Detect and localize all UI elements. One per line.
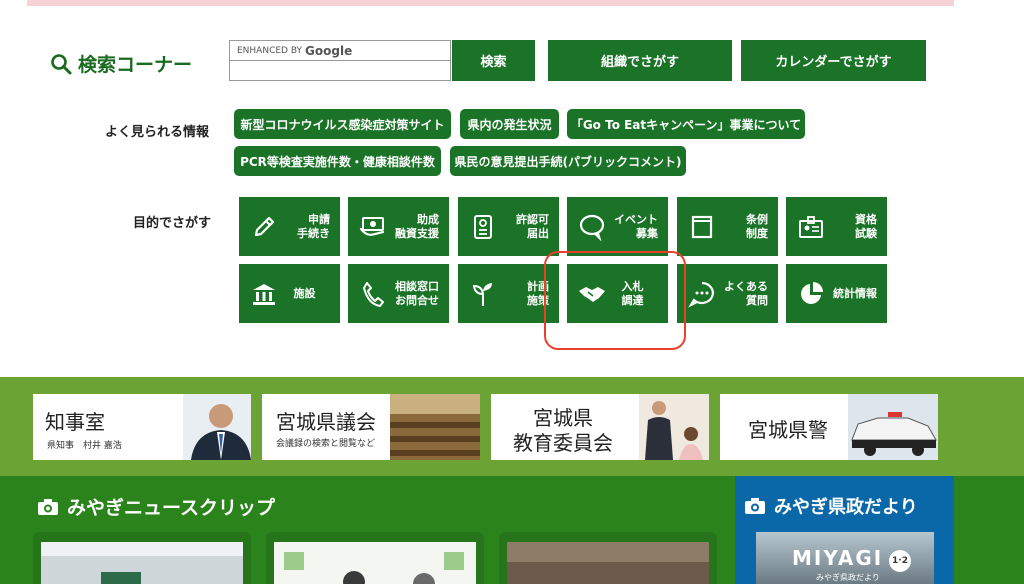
- popular-link-public-comment[interactable]: 県民の意見提出手続(パブリックコメント): [450, 146, 686, 176]
- tile-statistics[interactable]: 統計情報: [786, 264, 887, 323]
- certificate-icon: [468, 212, 498, 242]
- news-photo: [274, 542, 476, 584]
- prefectural-police-banner[interactable]: 宮城県警: [720, 394, 938, 460]
- governor-office-banner[interactable]: 知事室 県知事 村井 嘉浩: [33, 394, 251, 460]
- camera-icon: [38, 498, 58, 515]
- tile-events[interactable]: イベント 募集: [567, 197, 668, 256]
- tile-faq[interactable]: よくある 質問: [677, 264, 778, 323]
- news-photo: [41, 542, 243, 584]
- search-corner-title: 検索コーナー: [50, 50, 192, 77]
- tile-qualifications[interactable]: 資格 試験: [786, 197, 887, 256]
- kensei-dayori-cover[interactable]: MIYAGI 1·2 みやぎ県政だより: [756, 532, 934, 584]
- popular-link-pcr-tests[interactable]: PCR等検査実施件数・健康相談件数: [234, 146, 441, 176]
- news-card[interactable]: [33, 532, 251, 584]
- governor-photo: [183, 394, 251, 460]
- popular-link-covid-site[interactable]: 新型コロナウイルス感染症対策サイト: [234, 109, 451, 139]
- popular-link-go-to-eat[interactable]: 「Go To Eatキャンペーン」事業について: [567, 109, 805, 139]
- kensei-dayori-title: みやぎ県政だより: [744, 493, 918, 519]
- speech-bubble-icon: [577, 212, 607, 242]
- popular-info-label: よく見られる情報: [105, 125, 210, 140]
- tile-permits[interactable]: 許認可 届出: [458, 197, 559, 256]
- search-button[interactable]: 検索: [452, 40, 535, 81]
- purpose-label: 目的でさがす: [133, 216, 212, 231]
- prefectural-assembly-banner[interactable]: 宮城県議会 会議録の検索と閲覧など: [262, 394, 480, 460]
- sprout-icon: [468, 279, 498, 309]
- popular-link-outbreak-status[interactable]: 県内の発生状況: [460, 109, 559, 139]
- building-icon: [249, 279, 279, 309]
- teacher-photo: [639, 394, 709, 460]
- book-icon: [687, 212, 717, 242]
- assembly-hall-photo: [390, 394, 480, 460]
- id-badge-icon: [796, 212, 826, 242]
- tile-facilities[interactable]: 施設: [239, 264, 340, 323]
- phone-icon: [358, 279, 388, 309]
- tile-bidding[interactable]: 入札 調達: [567, 264, 668, 323]
- pie-chart-icon: [796, 279, 826, 309]
- news-clip-title: みやぎニュースクリップ: [37, 493, 275, 520]
- search-input[interactable]: [229, 61, 451, 81]
- search-by-calendar-button[interactable]: カレンダーでさがす: [741, 40, 926, 81]
- news-card[interactable]: [499, 532, 717, 584]
- board-of-education-banner[interactable]: 宮城県 教育委員会: [491, 394, 709, 460]
- top-strip: [27, 0, 954, 6]
- handshake-icon: [577, 279, 607, 309]
- pencil-icon: [249, 212, 279, 242]
- news-card[interactable]: [266, 532, 484, 584]
- tile-consultation[interactable]: 相談窓口 お問合せ: [348, 264, 449, 323]
- tile-subsidy[interactable]: 助成 融資支援: [348, 197, 449, 256]
- tile-plans[interactable]: 計画 施策: [458, 264, 559, 323]
- search-icon: [51, 53, 72, 74]
- camera-icon: [745, 498, 765, 514]
- tile-ordinances[interactable]: 条例 制度: [677, 197, 778, 256]
- money-icon: [358, 212, 388, 242]
- question-bubble-icon: [687, 279, 717, 309]
- news-photo: [507, 542, 709, 584]
- police-car-photo: [848, 394, 938, 460]
- google-search-branding: ENHANCED BY Google: [229, 40, 451, 61]
- tile-application[interactable]: 申請 手続き: [239, 197, 340, 256]
- issue-badge: 1·2: [889, 550, 911, 572]
- search-by-organization-button[interactable]: 組織でさがす: [548, 40, 732, 81]
